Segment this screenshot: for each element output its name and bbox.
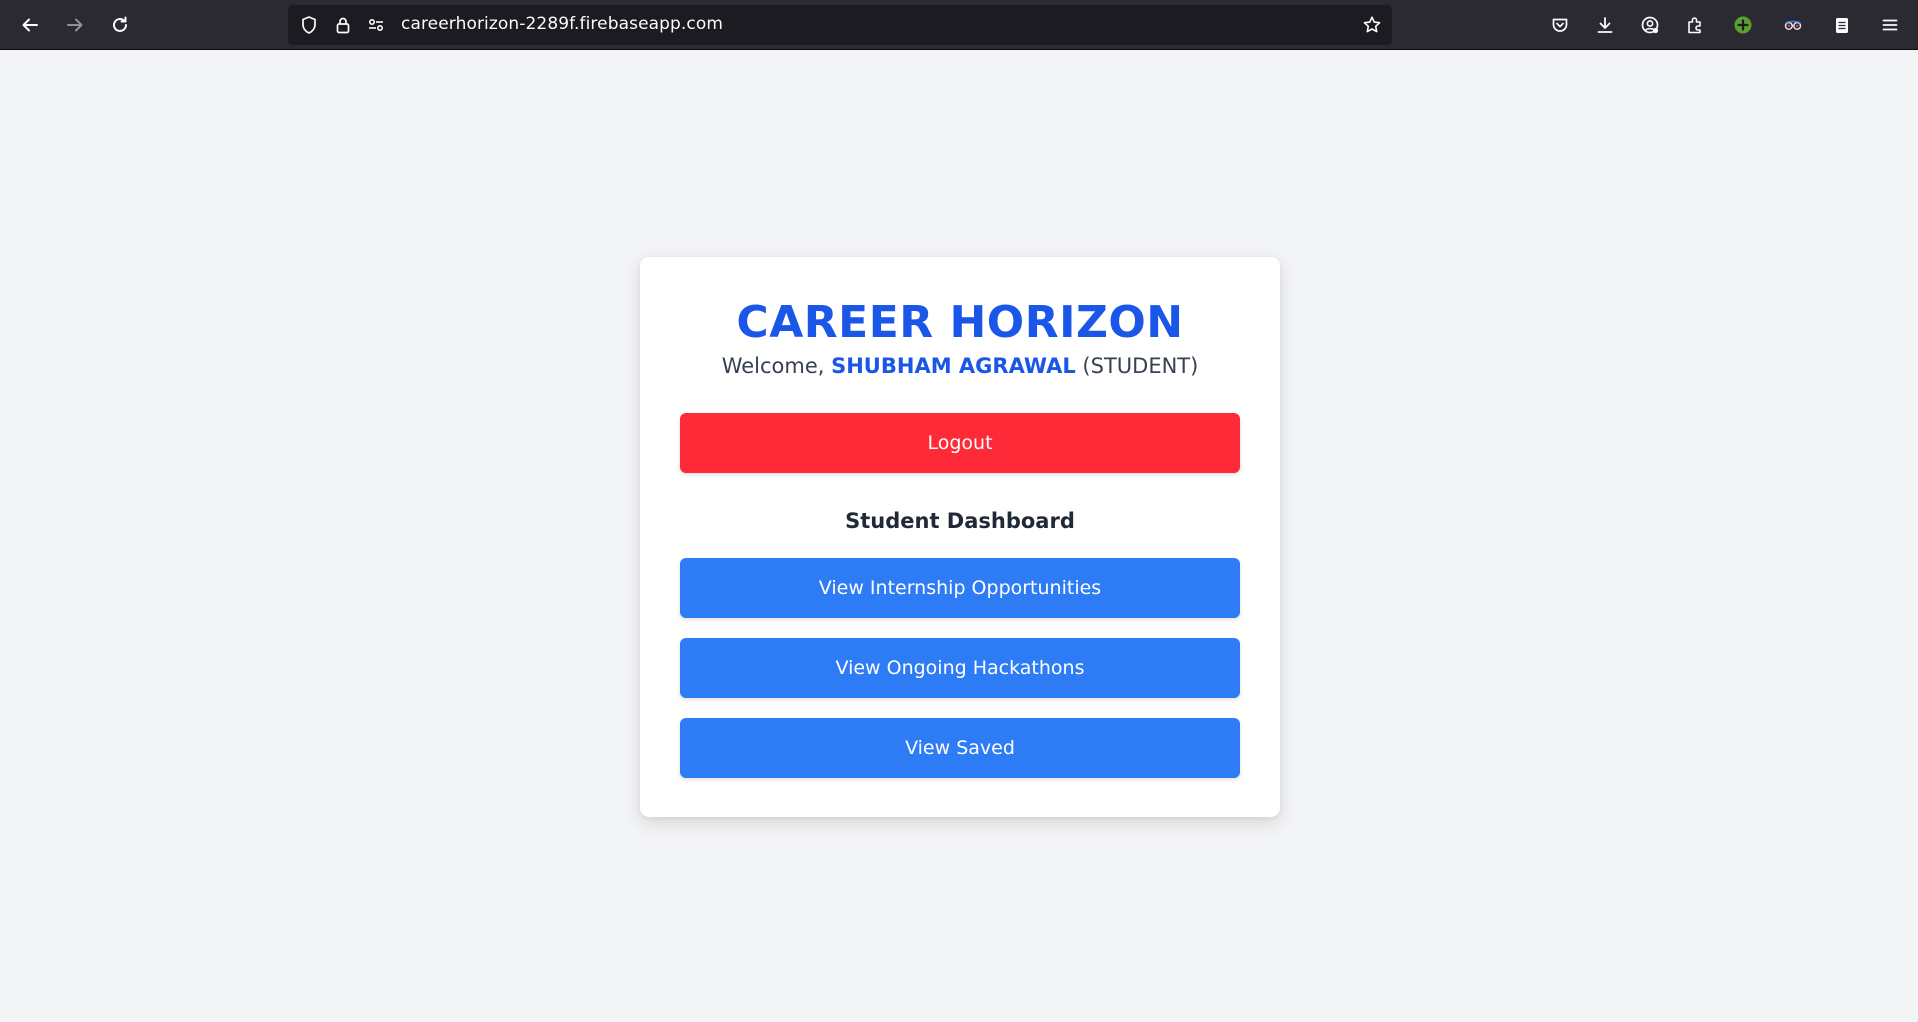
account-button[interactable] <box>1634 9 1666 41</box>
notepad-icon <box>1836 18 1848 33</box>
user-role: (STUDENT) <box>1082 354 1199 378</box>
notes-button[interactable] <box>1826 9 1858 41</box>
shield-icon[interactable] <box>299 15 319 35</box>
glasses-icon <box>1784 20 1802 30</box>
extension-glasses-button[interactable] <box>1777 9 1809 41</box>
dashboard-card: CAREER HORIZON Welcome, SHUBHAM AGRAWAL … <box>640 257 1280 817</box>
app-title: CAREER HORIZON <box>736 297 1184 348</box>
menu-button[interactable] <box>1874 9 1906 41</box>
reload-icon <box>113 16 127 32</box>
downloads-button[interactable] <box>1589 9 1621 41</box>
welcome-message: Welcome, SHUBHAM AGRAWAL (STUDENT) <box>640 354 1280 378</box>
welcome-prefix: Welcome, <box>721 354 825 378</box>
site-permissions-icon[interactable] <box>366 15 386 35</box>
account-icon <box>1641 16 1659 34</box>
pocket-button[interactable] <box>1544 9 1576 41</box>
lock-icon[interactable] <box>333 15 353 35</box>
url-text[interactable]: careerhorizon-2289f.firebaseapp.com <box>401 14 723 34</box>
back-button[interactable] <box>14 9 46 41</box>
puzzle-icon <box>1688 17 1701 34</box>
address-bar[interactable]: careerhorizon-2289f.firebaseapp.com <box>288 5 1392 45</box>
logout-button[interactable]: Logout <box>680 413 1240 473</box>
page-content: CAREER HORIZON Welcome, SHUBHAM AGRAWAL … <box>0 51 1918 1022</box>
hamburger-menu-icon <box>1882 19 1898 31</box>
view-hackathons-button[interactable]: View Ongoing Hackathons <box>680 638 1240 698</box>
star-icon[interactable] <box>1362 15 1382 35</box>
view-saved-button[interactable]: View Saved <box>680 718 1240 778</box>
user-name: SHUBHAM AGRAWAL <box>831 354 1076 378</box>
browser-toolbar: careerhorizon-2289f.firebaseapp.com <box>0 0 1918 50</box>
view-internships-button[interactable]: View Internship Opportunities <box>680 558 1240 618</box>
pocket-icon <box>1552 18 1568 32</box>
extension-add-button[interactable] <box>1727 9 1759 41</box>
download-icon <box>1597 17 1613 33</box>
reload-button[interactable] <box>104 9 136 41</box>
plus-circle-icon <box>1734 16 1752 34</box>
dashboard-title: Student Dashboard <box>845 509 1075 533</box>
forward-button[interactable] <box>59 9 91 41</box>
extensions-button[interactable] <box>1679 9 1711 41</box>
arrow-left-icon <box>22 18 38 32</box>
arrow-right-icon <box>67 18 83 32</box>
